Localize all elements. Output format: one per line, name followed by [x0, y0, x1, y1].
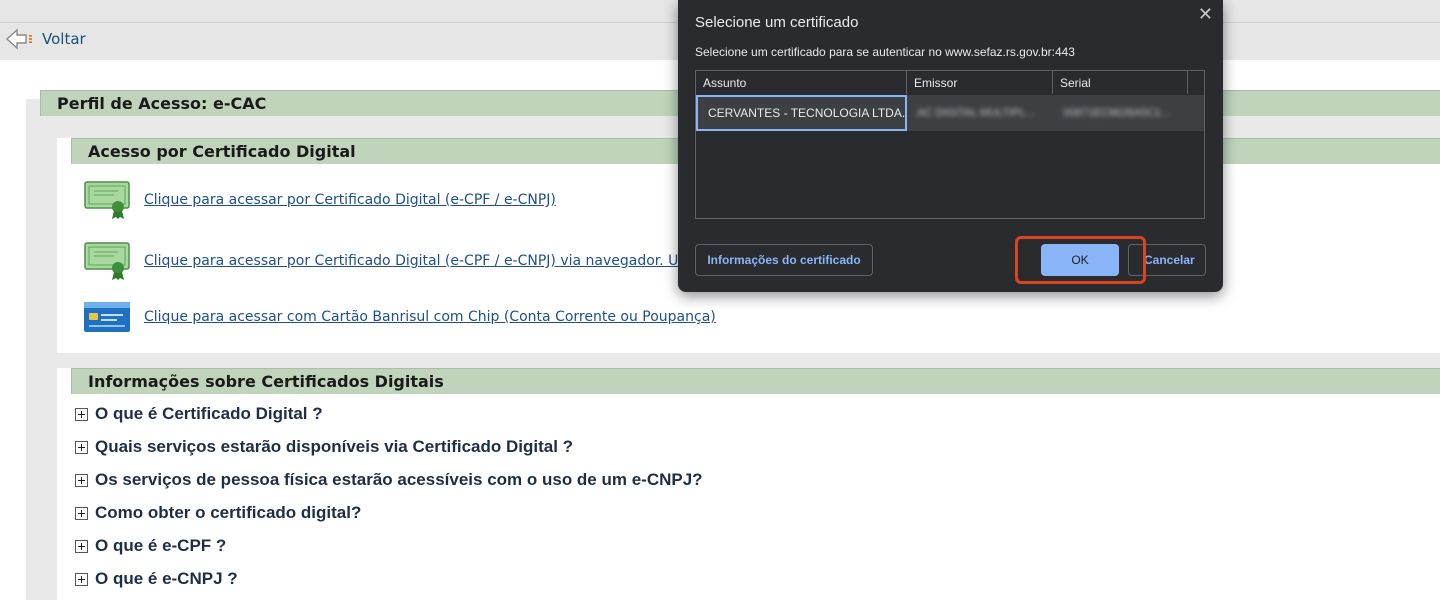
faq-item-label[interactable]: O que é e-CPF ?	[95, 536, 226, 556]
faq-item-label[interactable]: O que é Certificado Digital ?	[95, 404, 323, 424]
access-section-title: Acesso por Certificado Digital	[88, 142, 356, 161]
info-section-title: Informações sobre Certificados Digitais	[88, 372, 444, 391]
access-link-bank-card[interactable]: Clique para acessar com Cartão Banrisul …	[144, 309, 716, 325]
faq-item-label[interactable]: Os serviços de pessoa física estarão ace…	[95, 470, 703, 490]
bank-card-icon	[84, 302, 130, 332]
dialog-subtitle: Selecione um certificado para se autenti…	[695, 45, 1075, 59]
faq-item[interactable]: Os serviços de pessoa física estarão ace…	[75, 470, 703, 490]
expand-icon[interactable]	[75, 473, 88, 487]
ok-button[interactable]: OK	[1041, 244, 1119, 276]
access-option-bank-card[interactable]: Clique para acessar com Cartão Banrisul …	[84, 302, 716, 332]
faq-item[interactable]: O que é Certificado Digital ?	[75, 404, 323, 424]
info-section-header: Informações sobre Certificados Digitais	[71, 368, 1440, 394]
expand-icon[interactable]	[75, 440, 88, 454]
faq-item-label[interactable]: Como obter o certificado digital?	[95, 503, 361, 523]
access-option-certificate[interactable]: Clique para acessar por Certificado Digi…	[84, 180, 556, 220]
expand-icon[interactable]	[75, 506, 88, 520]
column-header-issuer[interactable]: Emissor	[907, 71, 1053, 94]
column-header-subject[interactable]: Assunto	[696, 71, 907, 94]
back-label: Voltar	[42, 30, 86, 48]
certificate-serial-cell: 00871EC8628A5C1...	[1063, 107, 1171, 119]
faq-item[interactable]: Como obter o certificado digital?	[75, 503, 361, 523]
back-button[interactable]: Voltar	[6, 28, 86, 50]
expand-icon[interactable]	[75, 407, 88, 421]
column-header-serial[interactable]: Serial	[1053, 71, 1188, 94]
access-link-certificate-browser[interactable]: Clique para acessar por Certificado Digi…	[144, 253, 688, 269]
certificate-icon	[84, 181, 130, 219]
certificate-dialog: Selecione um certificado ✕ Selecione um …	[678, 0, 1223, 292]
faq-item[interactable]: Quais serviços estarão disponíveis via C…	[75, 437, 573, 457]
profile-title: Perfil de Acesso: e-CAC	[57, 94, 267, 113]
cancel-button[interactable]: Cancelar	[1128, 244, 1206, 276]
certificate-table: Assunto Emissor Serial CERVANTES - TECNO…	[695, 70, 1205, 219]
certificate-subject-cell[interactable]: CERVANTES - TECNOLOGIA LTDA...	[696, 95, 907, 131]
faq-item[interactable]: O que é e-CPF ?	[75, 536, 226, 556]
dialog-title: Selecione um certificado	[695, 14, 859, 31]
table-row[interactable]: CERVANTES - TECNOLOGIA LTDA... AC DIGITA…	[696, 95, 1204, 131]
faq-item[interactable]: O que é e-CNPJ ?	[75, 569, 238, 589]
close-icon[interactable]: ✕	[1198, 4, 1213, 25]
expand-icon[interactable]	[75, 539, 88, 553]
expand-icon[interactable]	[75, 572, 88, 586]
certificate-info-button[interactable]: Informações do certificado	[695, 244, 873, 276]
back-arrow-icon	[6, 28, 32, 50]
access-link-certificate[interactable]: Clique para acessar por Certificado Digi…	[144, 192, 556, 208]
certificate-icon	[84, 242, 130, 280]
access-option-certificate-browser[interactable]: Clique para acessar por Certificado Digi…	[84, 241, 688, 281]
faq-item-label[interactable]: O que é e-CNPJ ?	[95, 569, 238, 589]
faq-item-label[interactable]: Quais serviços estarão disponíveis via C…	[95, 437, 573, 457]
certificate-issuer-cell: AC DIGITAL MULTIPL...	[917, 107, 1035, 119]
